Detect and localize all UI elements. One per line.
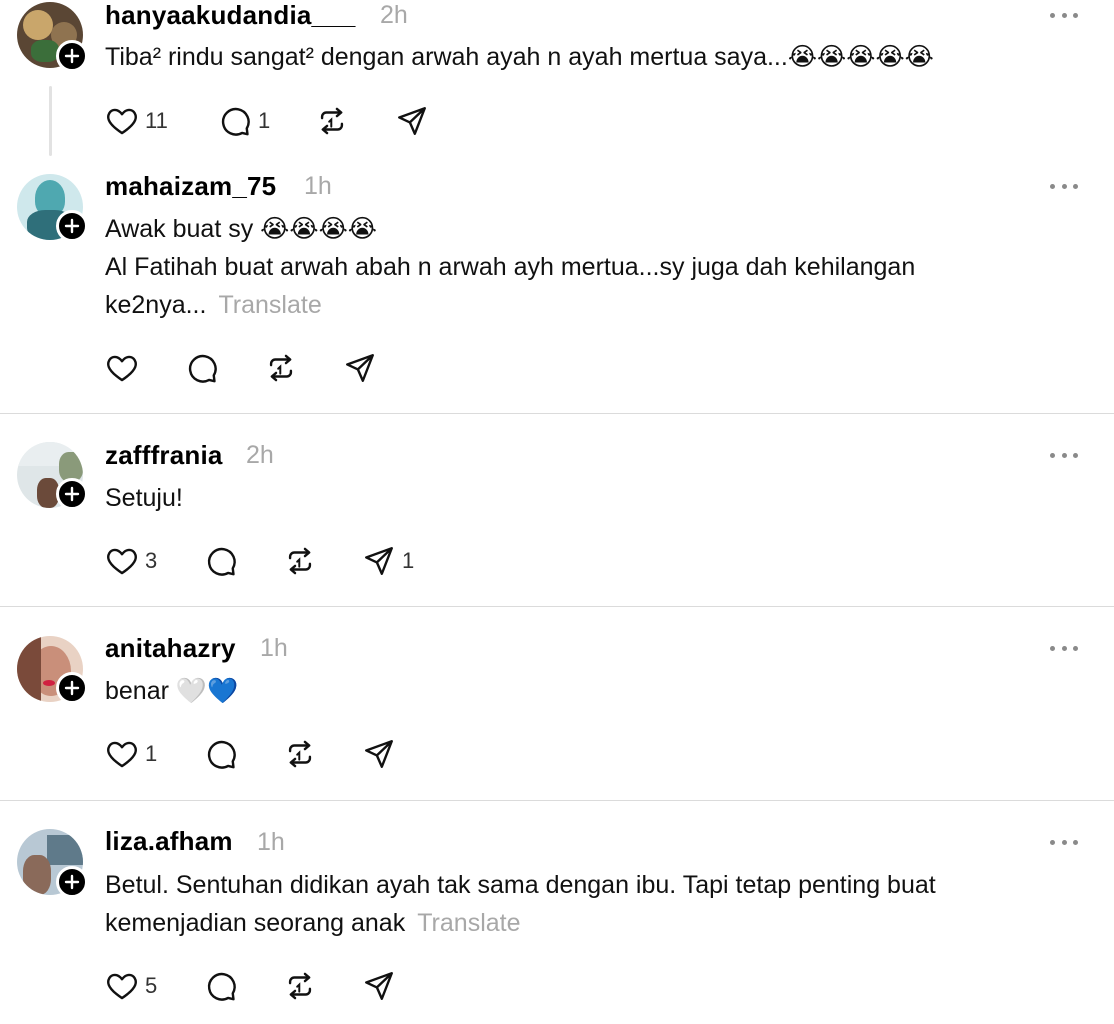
post-divider — [0, 413, 1114, 414]
like-button[interactable] — [105, 351, 139, 385]
send-icon — [365, 547, 393, 575]
more-options-icon[interactable] — [1050, 450, 1078, 460]
post-divider — [0, 800, 1114, 801]
share-button[interactable]: 1 — [362, 544, 414, 578]
repost-button[interactable] — [283, 969, 317, 1003]
send-icon — [346, 354, 374, 382]
thread-line — [49, 86, 52, 156]
repost-icon — [269, 354, 293, 382]
more-options-icon[interactable] — [1050, 643, 1078, 653]
like-count: 3 — [145, 548, 158, 573]
translate-link[interactable]: Translate — [417, 909, 520, 937]
send-icon — [365, 740, 393, 768]
share-button[interactable] — [362, 969, 396, 1003]
repost-button[interactable] — [315, 104, 349, 138]
post-text-line: Betul. Sentuhan didikan ayah tak sama de… — [105, 871, 936, 899]
timestamp: 2h — [380, 1, 408, 29]
reply-button[interactable] — [185, 351, 219, 385]
comment-icon — [207, 740, 236, 769]
post-text: Awak buat sy 😭😭😭😭 Al Fatihah buat arwah … — [105, 210, 915, 324]
send-icon — [365, 972, 393, 1000]
heart-icon — [107, 355, 137, 382]
username[interactable]: mahaizam_75 — [105, 171, 276, 202]
username[interactable]: zafffrania — [105, 440, 223, 471]
timestamp: 1h — [257, 828, 285, 856]
translate-link[interactable]: Translate — [218, 291, 321, 319]
like-button[interactable]: 11 — [105, 104, 168, 138]
comment-icon — [207, 547, 236, 576]
post-text-line: Al Fatihah buat arwah abah n arwah ayh m… — [105, 253, 916, 281]
post-text: Tiba² rindu sangat² dengan arwah ayah n … — [105, 38, 934, 76]
reply-count: 1 — [258, 108, 271, 133]
repost-icon — [320, 107, 344, 135]
reply-button[interactable] — [204, 969, 238, 1003]
reply-button[interactable] — [204, 737, 238, 771]
like-button[interactable]: 3 — [105, 544, 157, 578]
reply-button[interactable] — [204, 544, 238, 578]
like-button[interactable]: 5 — [105, 969, 157, 1003]
repost-icon — [288, 972, 312, 1000]
follow-button[interactable] — [56, 478, 88, 510]
post-text-line: Tiba² rindu sangat² dengan arwah ayah n … — [105, 43, 934, 71]
timestamp: 2h — [246, 441, 274, 469]
repost-icon — [288, 547, 312, 575]
plus-icon — [64, 48, 80, 64]
send-icon — [398, 107, 426, 135]
post-text: Setuju! — [105, 479, 183, 517]
follow-button[interactable] — [56, 40, 88, 72]
repost-icon — [288, 740, 312, 768]
plus-icon — [64, 680, 80, 696]
more-options-icon[interactable] — [1050, 181, 1078, 191]
share-button[interactable] — [362, 737, 396, 771]
follow-button[interactable] — [56, 672, 88, 704]
share-count: 1 — [402, 548, 415, 573]
post-text-line: kemenjadian seorang anak — [105, 909, 406, 937]
follow-button[interactable] — [56, 210, 88, 242]
username[interactable]: hanyaakudandia___ — [105, 0, 356, 31]
username[interactable]: anitahazry — [105, 633, 236, 664]
heart-icon — [107, 973, 137, 1000]
like-count: 11 — [145, 108, 168, 133]
post-divider — [0, 606, 1114, 607]
heart-icon — [107, 108, 137, 135]
plus-icon — [64, 218, 80, 234]
heart-icon — [107, 548, 137, 575]
like-button[interactable]: 1 — [105, 737, 157, 771]
post-text: Betul. Sentuhan didikan ayah tak sama de… — [105, 866, 936, 942]
comment-icon — [188, 354, 217, 383]
share-button[interactable] — [395, 104, 435, 138]
more-options-icon[interactable] — [1050, 837, 1078, 847]
comment-icon — [221, 107, 250, 136]
reply-button[interactable]: 1 — [218, 104, 270, 138]
like-count: 1 — [145, 741, 158, 766]
post-text-line: Awak buat sy 😭😭😭😭 — [105, 215, 378, 243]
timestamp: 1h — [304, 172, 332, 200]
post-text-line: benar 🤍💙 — [105, 677, 239, 705]
heart-icon — [107, 741, 137, 768]
post-text: benar 🤍💙 — [105, 672, 238, 710]
post-text-line: Setuju! — [105, 484, 183, 512]
plus-icon — [64, 486, 80, 502]
username[interactable]: liza.afham — [105, 826, 233, 857]
repost-button[interactable] — [283, 544, 317, 578]
comment-icon — [207, 972, 236, 1001]
share-button[interactable] — [343, 351, 377, 385]
repost-button[interactable] — [264, 351, 298, 385]
post-text-line: ke2nya... — [105, 291, 207, 319]
follow-button[interactable] — [56, 866, 88, 898]
more-options-icon[interactable] — [1050, 10, 1078, 20]
plus-icon — [64, 874, 80, 890]
repost-button[interactable] — [283, 737, 317, 771]
timestamp: 1h — [260, 634, 288, 662]
like-count: 5 — [145, 973, 158, 998]
